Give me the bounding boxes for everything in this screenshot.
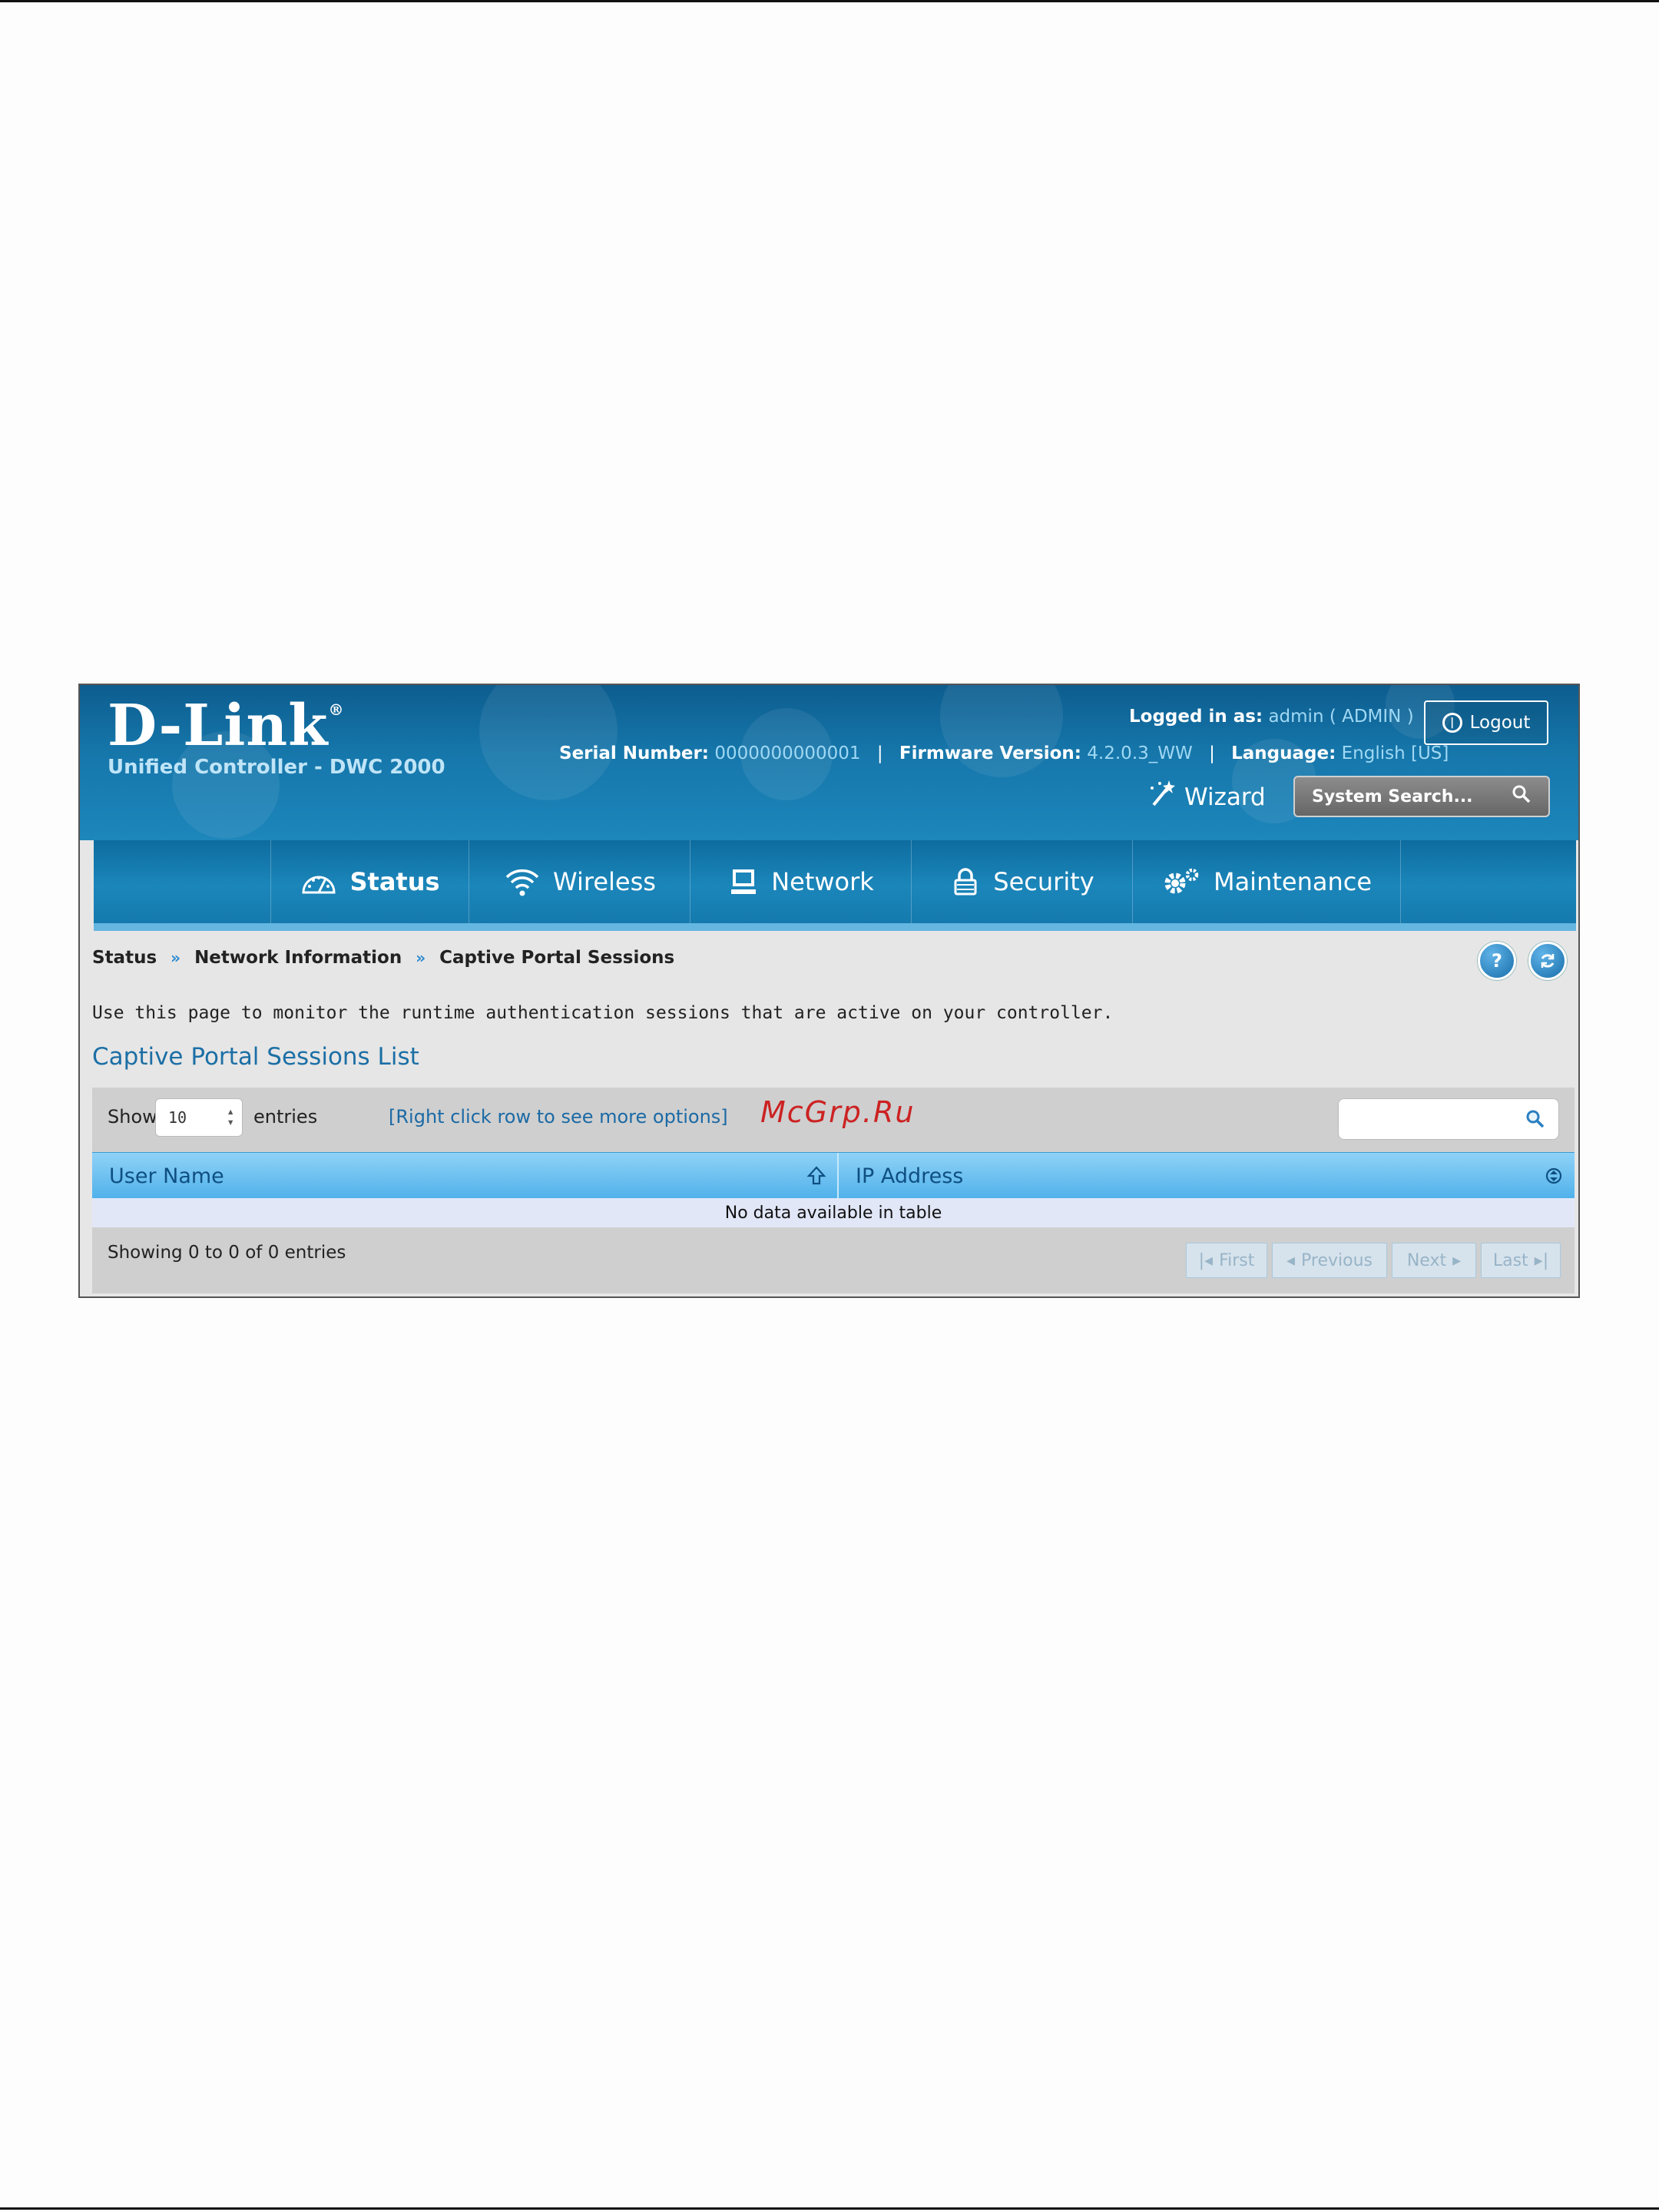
nav-wireless[interactable]: Wireless: [469, 840, 690, 923]
entries-select-value: 10: [168, 1108, 187, 1127]
main-content: Status » Network Information » Captive Porta…: [80, 931, 1578, 1296]
logged-in-label: Logged in as:: [1129, 707, 1263, 727]
serial-value: 0000000000001: [714, 743, 861, 763]
pager-next-button[interactable]: Next ▸: [1392, 1243, 1476, 1278]
breadcrumb-status[interactable]: Status: [92, 948, 157, 968]
table-footer: Showing 0 to 0 of 0 entries |◂ First ◂ P…: [92, 1227, 1575, 1293]
firmware-label: Firmware Version:: [899, 743, 1081, 763]
column-header-user-name[interactable]: User Name: [92, 1153, 839, 1199]
page-description: Use this page to monitor the runtime aut…: [92, 1003, 1114, 1023]
pager-last-label: Last: [1492, 1250, 1528, 1270]
header-bubble: [479, 685, 618, 800]
pager-first-label: First: [1219, 1250, 1255, 1270]
wizard-label: Wizard: [1184, 783, 1266, 811]
lock-icon: [950, 866, 981, 897]
sort-both-icon: [1544, 1165, 1564, 1192]
power-icon: |: [1442, 713, 1462, 733]
entries-select[interactable]: 10 ▴ ▾: [155, 1098, 243, 1137]
system-search-input[interactable]: System Search...: [1293, 776, 1550, 817]
serial-label: Serial Number:: [559, 743, 709, 763]
nav-security-label: Security: [993, 867, 1094, 896]
next-page-icon: ▸: [1452, 1250, 1462, 1270]
page-bottom-rule: [0, 2207, 1659, 2210]
first-page-icon: |◂: [1198, 1250, 1214, 1270]
breadcrumb-separator-icon: »: [416, 949, 426, 967]
right-click-hint: [Right click row to see more options]: [389, 1106, 728, 1128]
page-top-rule: [0, 0, 1659, 2]
column-header-label: User Name: [109, 1164, 224, 1188]
nav-network[interactable]: Network: [690, 840, 912, 923]
header: D-Link® Unified Controller - DWC 2000 Lo…: [80, 685, 1578, 840]
nav-status-label: Status: [349, 867, 440, 896]
magic-wand-icon: [1146, 779, 1177, 816]
pager-next-label: Next: [1406, 1250, 1447, 1270]
language-value[interactable]: English [US]: [1342, 743, 1449, 763]
logout-button[interactable]: | Logout: [1424, 700, 1548, 745]
pager-previous-button[interactable]: ◂ Previous: [1272, 1243, 1387, 1278]
section-title: Captive Portal Sessions List: [92, 1043, 419, 1071]
search-icon: [1512, 784, 1532, 809]
search-icon: [1525, 1108, 1546, 1133]
wifi-icon: [504, 866, 541, 897]
wizard-link[interactable]: Wizard: [1146, 779, 1266, 816]
select-arrows-icon: ▴ ▾: [227, 1104, 234, 1129]
nav-status[interactable]: Status: [270, 840, 469, 923]
nav-network-label: Network: [771, 867, 874, 896]
help-icon[interactable]: ?: [1478, 942, 1516, 980]
nav-maintenance[interactable]: Maintenance: [1132, 840, 1401, 923]
main-nav: Status Wireless Network Security Mainten…: [94, 840, 1576, 931]
breadcrumb: Status » Network Information » Captive Porta…: [92, 948, 674, 968]
language-label: Language:: [1231, 743, 1336, 763]
firmware-value: 4.2.0.3_WW: [1087, 743, 1193, 763]
dlink-logo: D-Link®: [108, 693, 345, 759]
pager-previous-label: Previous: [1301, 1250, 1373, 1270]
logout-label: Logout: [1469, 713, 1531, 733]
column-header-label: IP Address: [856, 1164, 964, 1188]
screenshot-frame: D-Link® Unified Controller - DWC 2000 Lo…: [78, 684, 1580, 1298]
sort-ascending-icon: [806, 1165, 826, 1192]
computer-icon: [728, 866, 759, 897]
last-page-icon: ▸|: [1534, 1250, 1549, 1270]
logged-in-value: admin ( ADMIN ): [1268, 707, 1414, 727]
system-info: Serial Number: 0000000000001 | Firmware …: [559, 743, 1449, 763]
refresh-icon[interactable]: [1528, 942, 1567, 980]
table-filter-input[interactable]: [1338, 1098, 1559, 1140]
speedometer-icon: [300, 868, 337, 896]
table-toolbar: Show 10 ▴ ▾ entries [Right click row to s…: [92, 1088, 1575, 1152]
column-header-ip-address[interactable]: IP Address: [839, 1153, 1575, 1199]
breadcrumb-network-information[interactable]: Network Information: [194, 948, 402, 968]
table-header: User Name IP Address: [92, 1152, 1575, 1200]
entries-label: entries: [253, 1106, 318, 1128]
previous-page-icon: ◂: [1286, 1250, 1296, 1270]
pager-first-button[interactable]: |◂ First: [1186, 1243, 1267, 1278]
system-search-placeholder: System Search...: [1312, 786, 1473, 806]
show-label: Show: [108, 1106, 157, 1128]
header-bubble: [940, 685, 1063, 777]
nav-wireless-label: Wireless: [553, 867, 656, 896]
pager-last-button[interactable]: Last ▸|: [1481, 1243, 1561, 1278]
gears-icon: [1161, 866, 1201, 897]
logged-in-info: Logged in as: admin ( ADMIN ): [1129, 707, 1414, 727]
showing-entries-text: Showing 0 to 0 of 0 entries: [108, 1243, 346, 1263]
product-subtitle: Unified Controller - DWC 2000: [108, 756, 445, 779]
breadcrumb-separator-icon: »: [171, 949, 181, 967]
breadcrumb-captive-portal-sessions: Captive Portal Sessions: [439, 948, 675, 968]
table-empty-row: No data available in table: [92, 1198, 1575, 1227]
nav-maintenance-label: Maintenance: [1213, 867, 1373, 896]
logo-text: D-Link: [108, 693, 329, 759]
watermark: McGrp.Ru: [760, 1095, 916, 1129]
nav-security[interactable]: Security: [911, 840, 1133, 923]
